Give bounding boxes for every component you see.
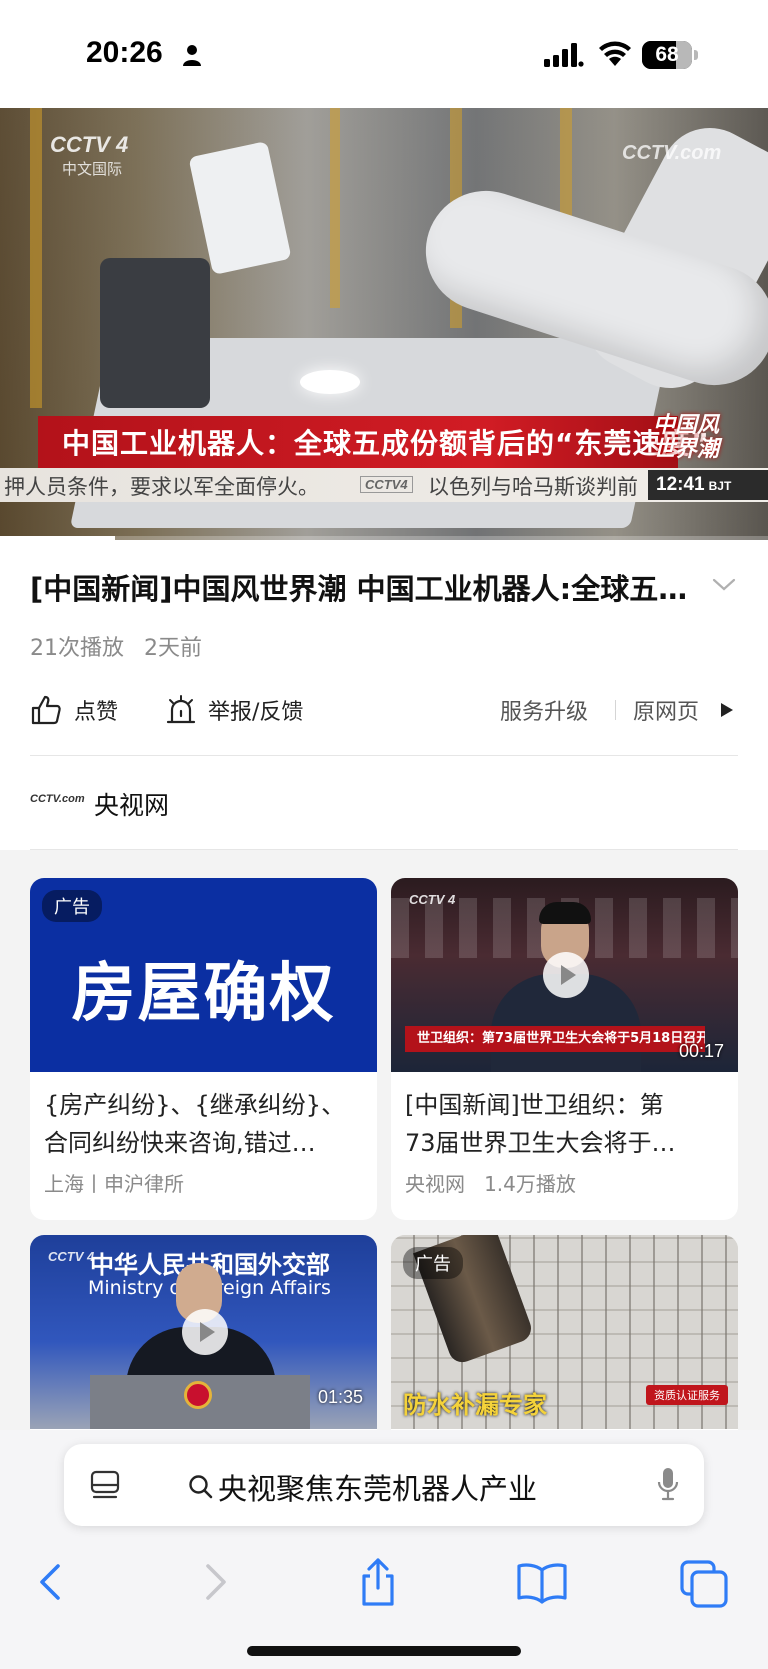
play-icon[interactable] (182, 1309, 228, 1355)
thumbnail-channel-logo: CCTV 4 (48, 1249, 95, 1264)
microphone-icon[interactable] (656, 1466, 680, 1502)
ticker-logo: CCTV4 (360, 476, 413, 493)
battery-percent: 68 (655, 43, 679, 66)
program-logo: 中国风 世界潮 (652, 413, 719, 462)
address-text[interactable]: 央视聚焦东莞机器人产业 (218, 1466, 537, 1508)
thumbnail-text: 防水补漏专家 (403, 1391, 547, 1419)
video-progress-fill (0, 536, 116, 540)
card-source: 央视网 (405, 1172, 465, 1196)
play-icon[interactable] (543, 952, 589, 998)
browser-toolbar: 央视聚焦东莞机器人产业 (0, 1430, 768, 1669)
channel-name[interactable]: 央视网 (94, 786, 169, 822)
video-title: [中国新闻]中国风世界潮 中国工业机器人:全球五成份额背后的东莞速度 (30, 572, 700, 606)
clock-time: 12:41 (656, 474, 705, 495)
light-disc (300, 370, 360, 394)
play-count: 21次播放 (30, 636, 124, 661)
warehouse-shelf (30, 108, 42, 408)
video-player[interactable]: CCTV 4 中文国际 CCTV.com 中国工业机器人：全球五成份额背后的“东… (0, 108, 768, 540)
search-icon (189, 1475, 213, 1499)
divider (30, 755, 738, 756)
service-upgrade-button[interactable]: 服务升级 (500, 694, 588, 726)
wifi-icon (599, 41, 631, 66)
status-time: 20:26 (86, 36, 163, 69)
card-meta: 上海丨申沪律所 (44, 1172, 184, 1196)
news-anchor-hair (539, 902, 591, 924)
person-icon (183, 45, 201, 66)
video-corner-logo: CCTV.com (622, 142, 722, 164)
thumbnail-news-strip: 世卫组织：第73届世界卫生大会将于5月18日召开 (405, 1026, 705, 1052)
ad-badge: 广告 (403, 1247, 463, 1279)
video-meta: 21次播放 2天前 (30, 630, 202, 662)
play-triangle-icon[interactable] (720, 702, 734, 718)
address-bar[interactable]: 央视聚焦东莞机器人产业 (64, 1444, 704, 1526)
video-headline: 中国工业机器人：全球五成份额背后的“东莞速度” (62, 427, 710, 460)
share-icon[interactable] (348, 1552, 408, 1612)
action-row: 点赞 举报/反馈 服务升级 原网页 (30, 690, 738, 730)
battery-tip (694, 50, 698, 60)
cellular-signal-icon (544, 43, 584, 67)
ad-badge: 广告 (42, 890, 102, 922)
like-button[interactable]: 点赞 (74, 694, 118, 726)
forward-icon[interactable] (184, 1552, 244, 1612)
back-icon[interactable] (22, 1552, 82, 1612)
video-duration: 01:35 (317, 1387, 363, 1407)
battery-indicator: 68 (642, 41, 692, 69)
card-title-line: 73届世界卫生大会将于… (405, 1129, 676, 1157)
tabs-icon[interactable] (674, 1552, 734, 1612)
card-title-line: {房产纠纷}、{继承纠纷}、 (44, 1091, 346, 1119)
video-channel-sub: 中文国际 (62, 160, 123, 178)
thumbnail-text: 房屋确权 (71, 957, 336, 1031)
ticker-text-left: 押人员条件，要求以军全面停火。 (4, 475, 319, 499)
card-title-line: [中国新闻]世卫组织：第 (405, 1091, 664, 1119)
card-thumbnail: 广告 防水补漏专家 资质认证服务 (391, 1235, 738, 1429)
video-duration: 00:17 (678, 1041, 724, 1061)
report-feedback-button[interactable]: 举报/反馈 (208, 694, 303, 726)
thumbnail-tag: 资质认证服务 (646, 1385, 728, 1405)
feed-card-video[interactable]: CCTV 4 世卫组织：第73届世界卫生大会将于5月18日召开 00:17 [中… (391, 878, 738, 1220)
card-thumbnail: CCTV 4 中华人民共和国外交部 Ministry of Foreign Af… (30, 1235, 377, 1429)
warehouse-shelf (330, 108, 340, 308)
clock-timezone: BJT (708, 479, 732, 493)
robot-arm-head (188, 140, 292, 276)
original-page-button[interactable]: 原网页 (633, 694, 699, 726)
post-time: 2天前 (144, 636, 202, 661)
page-menu-icon[interactable] (90, 1470, 120, 1500)
card-title-line: 合同纠纷快来咨询,错过… (44, 1129, 316, 1157)
channel-logo[interactable]: CCTV.com (30, 793, 85, 805)
navigation-row (0, 1542, 768, 1622)
chevron-down-icon[interactable] (712, 578, 736, 592)
robot-arm-base (100, 258, 210, 408)
card-title: [中国新闻]世卫组织：第 73届世界卫生大会将于… (405, 1086, 725, 1162)
alarm-report-icon[interactable] (166, 694, 196, 726)
video-progress-track[interactable] (0, 536, 768, 540)
card-meta: 央视网 1.4万播放 (405, 1168, 576, 1197)
bookmarks-icon[interactable] (512, 1552, 572, 1612)
broadcast-clock: 12:41 BJT (648, 470, 768, 500)
card-title: {房产纠纷}、{继承纠纷}、 合同纠纷快来咨询,错过… (44, 1086, 364, 1162)
feed-card-video[interactable]: CCTV 4 中华人民共和国外交部 Ministry of Foreign Af… (30, 1235, 377, 1430)
thumbnail-channel-logo: CCTV 4 (409, 892, 456, 907)
card-thumbnail: 广告 房屋确权 (30, 878, 377, 1072)
national-emblem (184, 1381, 212, 1409)
video-channel-logo: CCTV 4 (50, 132, 129, 157)
recommendation-feed: 广告 房屋确权 {房产纠纷}、{继承纠纷}、 合同纠纷快来咨询,错过… 上海丨申… (0, 850, 768, 1430)
feed-card-ad[interactable]: 广告 房屋确权 {房产纠纷}、{继承纠纷}、 合同纠纷快来咨询,错过… 上海丨申… (30, 878, 377, 1220)
action-divider (615, 700, 616, 720)
status-bar: 20:26 68 (0, 0, 768, 108)
home-indicator (247, 1646, 521, 1656)
card-thumbnail: CCTV 4 世卫组织：第73届世界卫生大会将于5月18日召开 00:17 (391, 878, 738, 1072)
ticker-text-right: 以色列与哈马斯谈判前 (428, 475, 638, 499)
thumbs-up-icon[interactable] (30, 694, 62, 726)
feed-card-ad[interactable]: 广告 防水补漏专家 资质认证服务 (391, 1235, 738, 1430)
card-plays: 1.4万播放 (484, 1172, 576, 1196)
